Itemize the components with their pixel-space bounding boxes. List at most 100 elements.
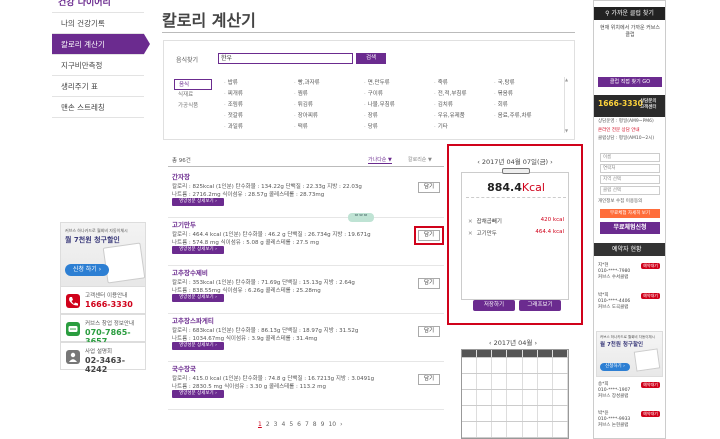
page-link[interactable]: 9 [321,421,325,428]
sort-calorie[interactable]: 칼로리순 ▼ [408,156,432,163]
reservation-club: 커브스 논현클럽 [598,423,629,428]
category-item[interactable]: 우유,유제품 [434,111,465,119]
category-item[interactable]: 죽류 [434,78,448,86]
tab-food[interactable]: 음식 [174,79,212,90]
category-item[interactable]: 면,만두류 [364,78,390,86]
banner-small-text: 커브스 하나카드로 월회비 자동이체시 [65,228,128,233]
add-food-button[interactable]: 담기 [418,278,440,289]
food-nutrition-line1: 칼로리 : 415.0 kcal (1인분) 탄수화물 : 74.8 g 단백질… [172,376,375,382]
food-name[interactable]: 국수장국 [172,363,196,373]
page-link[interactable]: 8 [313,421,317,428]
tab-processed-food[interactable]: 가공식품 [174,101,212,112]
category-item[interactable]: 당류 [364,122,378,130]
region-select[interactable]: 지역 선택 [600,175,660,184]
remove-icon[interactable]: ✕ [468,231,473,237]
nutrition-detail-button[interactable]: 영양성분 상세보기 › [172,246,224,254]
page-link[interactable]: › [340,421,342,428]
sidebar-item-obesity-measure[interactable]: 지구비만측정 [52,55,144,76]
category-item[interactable]: 조림류 [224,100,243,108]
calendar-grid[interactable] [461,349,569,439]
page-link[interactable]: 4 [281,421,285,428]
banner-apply-button[interactable]: 신청하기 › [600,363,630,371]
calendar-month-selector[interactable]: ‹ 2017년 04월 › [447,337,579,347]
category-item[interactable]: 구이류 [364,89,383,97]
page-root: 건강 다이어리 나의 건강기록 칼로리 계산기 지구비만측정 생리주기 표 맨손… [0,0,720,439]
save-button[interactable]: 저장하기 [473,300,515,311]
category-item[interactable]: 기타 [434,122,448,130]
search-button[interactable]: 검색 [356,53,386,64]
nutrition-detail-button[interactable]: 영양성분 상세보기 › [172,342,224,350]
phone-icon [66,294,80,308]
page-link[interactable]: 5 [289,421,293,428]
contact-customer-center[interactable]: 고객센터 이용안내 1666-3330 [60,286,146,314]
food-name[interactable]: 고추장스파게티 [172,315,214,325]
consult-hours: 상담운영 : 평일(AM9~PM6) [598,119,654,124]
contact-franchise[interactable]: 커브스 창업 정보안내 070-7865-3657 [60,314,146,346]
sidebar-item-health-record[interactable]: 나의 건강기록 [52,13,144,34]
food-name[interactable]: 간자장 [172,171,190,181]
page-link[interactable]: 2 [266,421,270,428]
privacy-agree-checkbox[interactable]: 개인정보 수집 이용동의 [598,199,662,205]
nutrition-detail-button[interactable]: 영양성분 상세보기 › [172,294,224,302]
category-item[interactable]: 김치류 [434,100,453,108]
site-logo[interactable]: 건강 다이어리 [58,0,148,8]
category-item[interactable]: 음료,주류,차류 [494,111,532,119]
sidebar-item-calorie-calculator[interactable]: 칼로리 계산기 [52,34,150,55]
category-item[interactable]: 볶음류 [494,89,513,97]
page-link[interactable]: 10 [328,421,336,428]
phone-field[interactable]: 연락처 [600,164,660,173]
category-item[interactable]: 나물,무침류 [364,100,395,108]
banner-apply-button[interactable]: 신청 하기 › [65,264,109,276]
card-discount-banner[interactable]: 커브스 하나카드로 월회비 자동이체시 월 7천원 청구할인 신청하기 › [596,331,663,377]
add-food-button[interactable]: 담기 [418,326,440,337]
category-item[interactable]: 떡류 [294,122,308,130]
food-name[interactable]: 고기만두 [172,219,196,229]
category-scrollbar[interactable] [564,77,570,133]
contact-business-seminar[interactable]: 사업 설명회 02-3463-4242 [60,342,146,374]
food-nutrition-line1: 칼로리 : 464.4 kcal (1인분) 탄수화물 : 46.2 g 단백질… [172,232,371,238]
free-trial-apply-button[interactable]: 무료체험신청 [600,222,660,234]
sort-alphabetical[interactable]: 가나다순 ▼ [368,156,392,164]
list-item: 간자장 칼로리 : 825kcal (1인분) 탄수화물 : 134.22g 단… [168,170,444,218]
search-input[interactable]: 한우 [218,53,353,64]
category-item[interactable]: 빵,과자류 [294,78,320,86]
page-link[interactable]: 3 [274,421,278,428]
calorie-item-kcal: 420 kcal [540,217,564,223]
category-item[interactable]: 장아찌류 [294,111,318,119]
club-select[interactable]: 클럽 선택 [600,186,660,195]
graph-button[interactable]: 그래프보기 [519,300,561,311]
calorie-date-selector[interactable]: ‹ 2017년 04월 07일(금) › [449,156,581,166]
reservation-item: 송*희 010-****-1907 커브스 장성클럽 예약대기 [598,382,662,400]
club-consult-hours: 클럽상담 : 평일(AM10~2시) [598,136,655,141]
category-item[interactable]: 찌개류 [224,89,243,97]
find-club-button[interactable]: 클럽 직접 찾기 GO [598,77,662,87]
category-item[interactable]: 전,적,부침류 [434,89,467,97]
nutrition-detail-button[interactable]: 영양성분 상세보기 › [172,198,224,206]
category-item[interactable]: 튀김류 [294,100,313,108]
add-food-button[interactable]: 담기 [414,226,444,245]
remove-icon[interactable]: ✕ [468,219,473,225]
clipboard-clip-icon [502,168,530,174]
category-item[interactable]: 국,탕류 [494,78,515,86]
name-field[interactable]: 이름 [600,153,660,162]
category-item[interactable]: 찜류 [294,89,308,97]
card-discount-banner[interactable]: 커브스 하나카드로 월회비 자동이체시 월 7천원 청구할인 신청 하기 › [60,222,146,296]
page-link[interactable]: 7 [305,421,309,428]
category-item[interactable]: 회류 [494,100,508,108]
page-link[interactable]: 6 [297,421,301,428]
calorie-unit: Kcal [521,181,545,194]
food-name[interactable]: 고추장수제비 [172,267,208,277]
add-food-button[interactable]: 담기 [418,182,440,193]
title-divider [162,32,575,33]
category-item[interactable]: 과일류 [224,122,243,130]
sidebar-item-menstrual-cycle[interactable]: 생리주기 표 [52,76,144,97]
tab-ingredient[interactable]: 식재료 [174,90,212,101]
category-item[interactable]: 젓갈류 [224,111,243,119]
add-food-button[interactable]: 담기 [418,374,440,385]
nutrition-detail-button[interactable]: 영양성분 상세보기 › [172,390,224,398]
free-trial-info-button[interactable]: 무료체험 자세히 보기 [600,209,660,218]
sidebar-item-stretching[interactable]: 맨손 스트레칭 [52,97,144,118]
page-link[interactable]: 1 [258,421,262,428]
category-item[interactable]: 밥류 [224,78,238,86]
category-item[interactable]: 장류 [364,111,378,119]
